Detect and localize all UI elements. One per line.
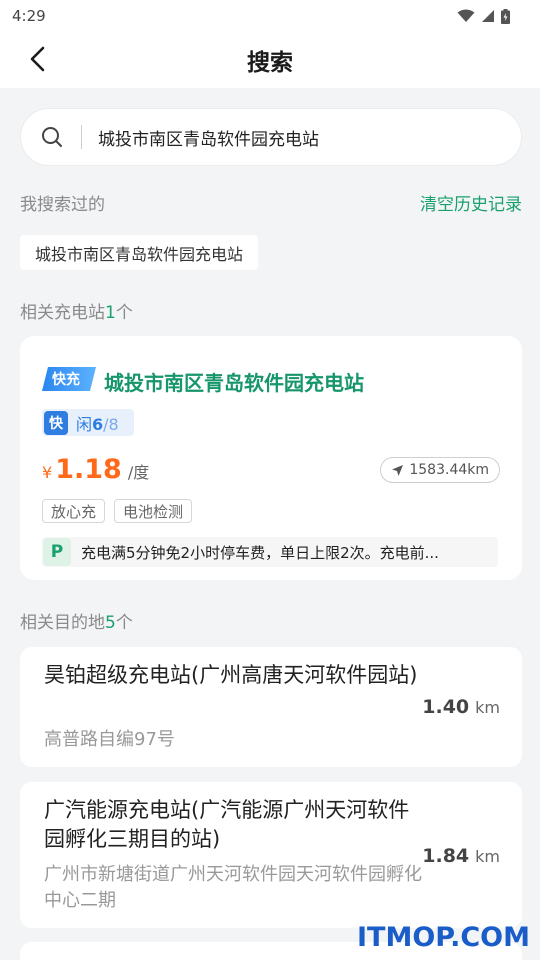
price-unit: /度	[127, 463, 150, 482]
destination-address: 广州市新塘街道广州天河软件园天河软件园孵化中心二期	[44, 864, 422, 911]
parking-icon: P	[43, 538, 71, 566]
destination-name: 昊铂超级充电站(广州高唐天河软件园站)	[44, 663, 418, 687]
back-button[interactable]	[22, 44, 52, 74]
search-bar[interactable]	[20, 108, 522, 166]
fast-charge-badge: 快充	[42, 367, 96, 391]
status-time: 4:29	[12, 7, 46, 25]
price-value: 1.18	[55, 454, 122, 485]
destination-distance-value: 1.84	[422, 845, 470, 867]
search-divider	[81, 125, 82, 149]
tag: 电池检测	[114, 499, 193, 523]
stations-label-suffix: 个	[115, 303, 133, 323]
clear-history-button[interactable]: 清空历史记录	[420, 190, 522, 215]
station-name: 城投市南区青岛软件园充电站	[104, 371, 364, 395]
fast-charge-badge-label: 快充	[52, 372, 80, 388]
destination-card[interactable]: 广汽能源充电站(广汽能源广州天河软件园孵化三期目的站) 广州市新塘街道广州天河软…	[20, 782, 522, 928]
parking-text: 充电满5分钟免2小时停车费，单日上限2次。充电前...	[81, 543, 439, 562]
availability-prefix: 闲	[76, 414, 93, 434]
tag: 放心充	[42, 499, 106, 523]
destinations-label-suffix: 个	[115, 613, 133, 633]
stations-count: 1	[105, 303, 116, 323]
availability-free: 6	[92, 414, 104, 434]
page-title: 搜索	[247, 50, 293, 76]
destination-distance-value: 1.40	[422, 696, 470, 718]
destination-distance: 1.40 km	[422, 696, 500, 718]
destinations-section-label: 相关目的地5个	[20, 608, 133, 633]
tag-row: 放心充 电池检测	[42, 499, 193, 523]
distance-pill[interactable]: 1583.44km	[380, 457, 500, 483]
destination-name: 广汽能源充电站(广汽能源广州天河软件园孵化三期目的站)	[44, 798, 410, 851]
price-currency: ¥	[42, 463, 53, 482]
cellular-signal-icon	[482, 10, 494, 22]
stations-label-text: 相关充电站	[20, 303, 105, 323]
price-row: ¥ 1.18 /度	[42, 454, 149, 485]
search-icon	[42, 127, 62, 147]
nav-bar: 搜索	[0, 32, 540, 88]
station-card[interactable]: 快充 城投市南区青岛软件园充电站 快 闲6/8 ¥ 1.18 /度 1583.4…	[20, 336, 522, 580]
watermark: ITMOP.COM	[356, 922, 530, 953]
history-label: 我搜索过的	[20, 195, 105, 215]
availability-pill: 快 闲6/8	[42, 409, 134, 436]
destination-card[interactable]: 昊铂超级充电站(广州高唐天河软件园站) 高普路自编97号 1.40 km	[20, 647, 522, 767]
wifi-icon	[457, 9, 475, 22]
history-chip[interactable]: 城投市南区青岛软件园充电站	[20, 235, 259, 270]
navigation-arrow-icon	[392, 464, 404, 476]
distance-text: 1583.44km	[409, 462, 489, 478]
destinations-count: 5	[105, 613, 116, 633]
chevron-left-icon	[30, 46, 45, 72]
status-icons	[457, 8, 510, 24]
fast-charger-icon: 快	[44, 410, 68, 435]
availability-text: 闲6/8	[76, 411, 119, 435]
status-bar: 4:29	[0, 0, 540, 32]
destination-distance: 1.84 km	[422, 845, 500, 867]
destination-distance-unit: km	[475, 847, 500, 866]
availability-total: /8	[103, 414, 119, 434]
stations-section-label: 相关充电站1个	[20, 298, 133, 323]
battery-icon	[501, 8, 510, 24]
destination-distance-unit: km	[475, 698, 500, 717]
destination-address: 高普路自编97号	[44, 729, 175, 750]
search-input[interactable]	[98, 127, 478, 147]
destinations-label-text: 相关目的地	[20, 613, 105, 633]
parking-info: P 充电满5分钟免2小时停车费，单日上限2次。充电前...	[42, 537, 498, 567]
